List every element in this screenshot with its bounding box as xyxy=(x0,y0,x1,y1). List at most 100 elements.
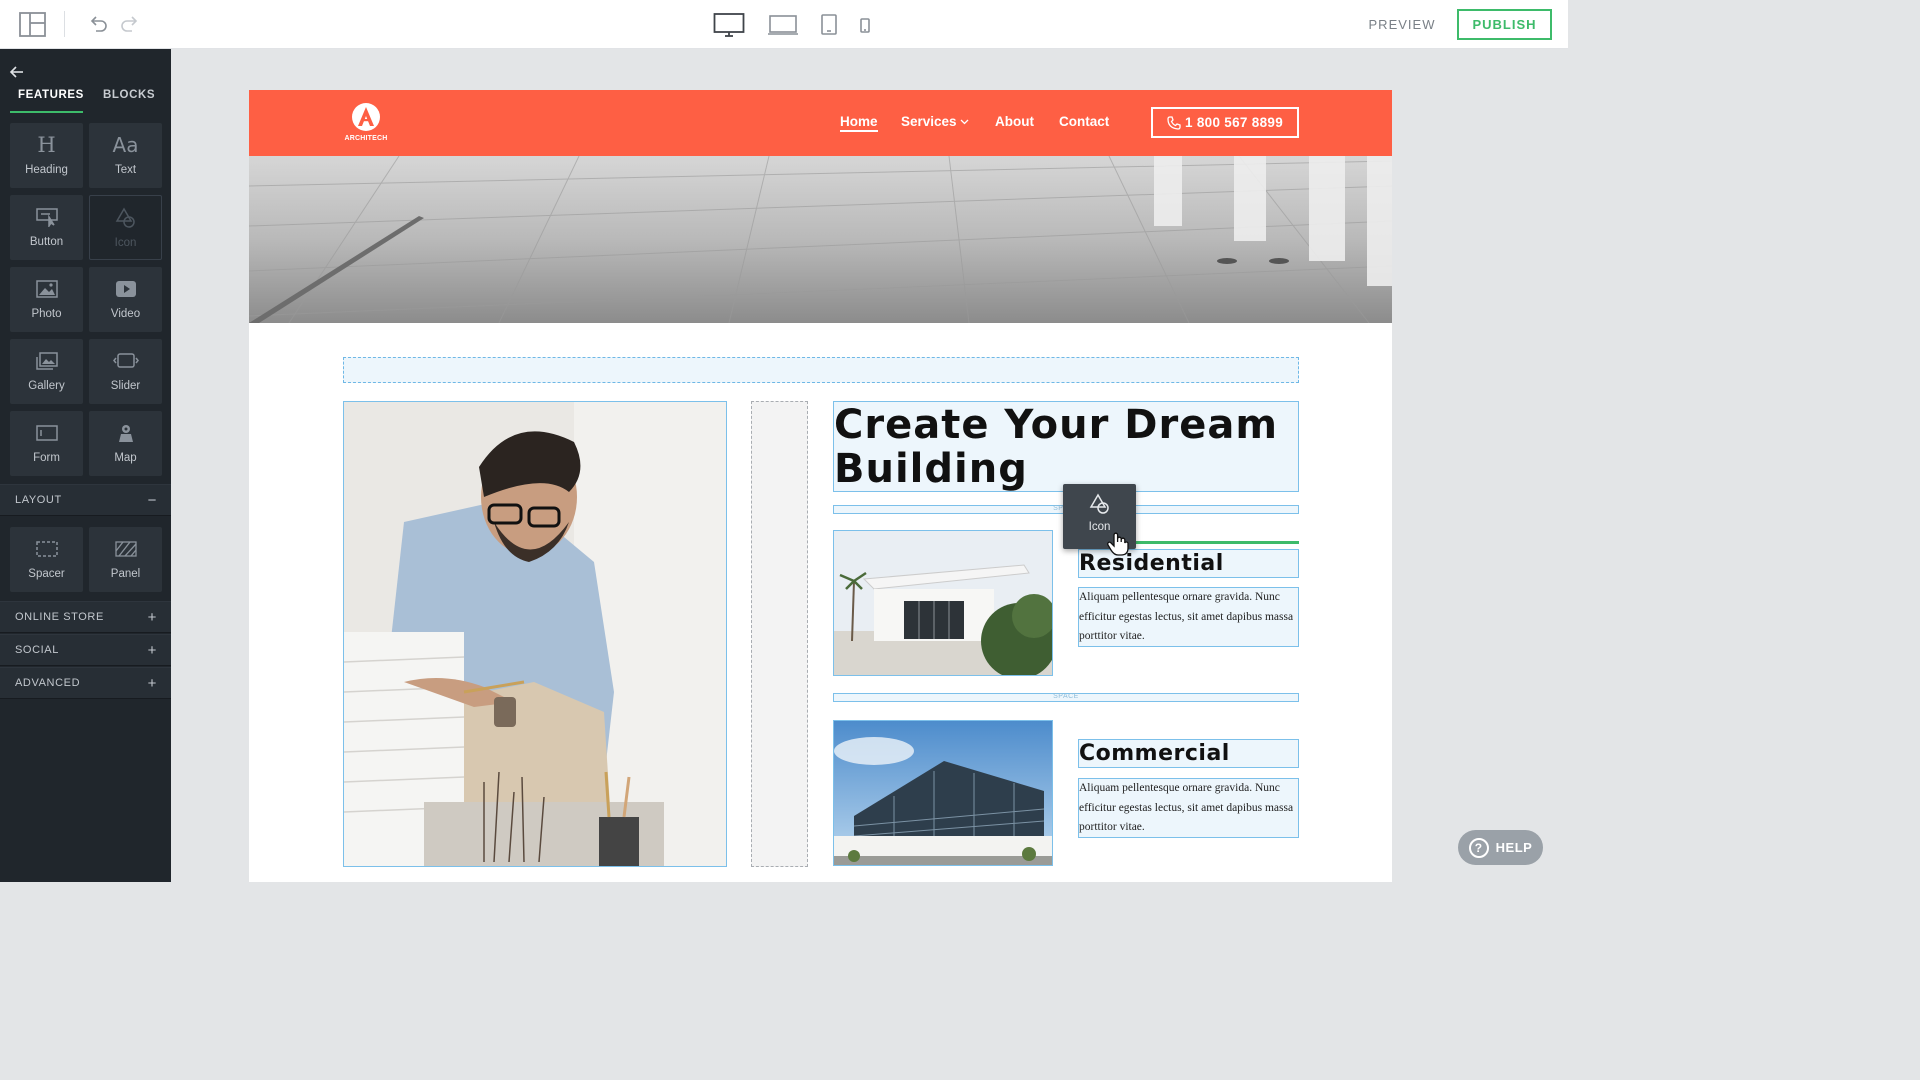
desktop-icon xyxy=(713,13,745,37)
question-icon: ? xyxy=(1468,837,1489,858)
feature-label: Slider xyxy=(110,380,141,392)
preview-button[interactable]: PREVIEW xyxy=(1360,10,1444,39)
site-header[interactable]: ARCHITECH Home Services About Contact 1 … xyxy=(249,90,1392,156)
site-canvas: ARCHITECH Home Services About Contact 1 … xyxy=(249,90,1392,882)
tablet-icon xyxy=(821,14,837,35)
layout-panel[interactable]: Panel xyxy=(89,527,162,592)
tab-features[interactable]: FEATURES xyxy=(18,89,84,101)
spacer-block-dropzone[interactable] xyxy=(343,357,1299,383)
commercial-photo[interactable] xyxy=(833,720,1053,866)
feature-photo[interactable]: Photo xyxy=(10,267,83,332)
layout-label: Spacer xyxy=(28,568,65,580)
space-divider[interactable]: SPACE xyxy=(833,693,1299,702)
architect-image xyxy=(344,402,726,866)
redo-icon[interactable] xyxy=(119,13,141,35)
layout-panels-icon[interactable] xyxy=(19,12,46,37)
feature-label: Icon xyxy=(114,237,137,249)
feature-heading[interactable]: H Heading xyxy=(10,123,83,188)
nav-services-label: Services xyxy=(901,114,957,129)
section-social[interactable]: SOCIAL + xyxy=(0,634,171,666)
feature-label: Photo xyxy=(31,308,62,320)
undo-icon[interactable] xyxy=(87,13,109,35)
photo-icon xyxy=(35,276,58,302)
feature-label: Gallery xyxy=(28,380,65,392)
laptop-view-button[interactable] xyxy=(767,12,799,38)
feature-video[interactable]: Video xyxy=(89,267,162,332)
button-icon xyxy=(35,204,58,230)
nav-services[interactable]: Services xyxy=(901,114,969,129)
nav-home[interactable]: Home xyxy=(840,114,878,132)
site-logo[interactable]: ARCHITECH xyxy=(341,102,391,146)
heading-icon: H xyxy=(37,133,56,157)
feature-label: Map xyxy=(114,452,137,464)
feature-label: Button xyxy=(29,236,64,248)
feature-label: Text xyxy=(114,164,137,176)
layout-spacer[interactable]: Spacer xyxy=(10,527,83,592)
section-label: ADVANCED xyxy=(15,677,81,689)
feature-slider[interactable]: Slider xyxy=(89,339,162,404)
page-headline[interactable]: Create Your Dream Building xyxy=(834,403,1294,491)
feature-label: Video xyxy=(110,308,141,320)
back-arrow-icon[interactable] xyxy=(9,64,25,80)
features-sidebar: FEATURES BLOCKS H Heading Aa Text Button… xyxy=(0,49,171,882)
text-icon: Aa xyxy=(112,133,139,157)
card-text-residential[interactable]: Aliquam pellentesque ornare gravida. Nun… xyxy=(1078,587,1299,647)
headline-block[interactable]: Create Your Dream Building xyxy=(833,401,1299,492)
section-label: LAYOUT xyxy=(15,494,62,506)
hero-image[interactable] xyxy=(249,156,1392,323)
spacer-icon xyxy=(35,536,58,562)
section-label: ONLINE STORE xyxy=(15,611,104,623)
panel-icon xyxy=(114,536,137,562)
feature-form[interactable]: Form xyxy=(10,411,83,476)
feature-label: Form xyxy=(33,452,60,464)
commercial-image xyxy=(834,721,1052,865)
layout-label: Panel xyxy=(110,568,141,580)
card-text-commercial[interactable]: Aliquam pellentesque ornare gravida. Nun… xyxy=(1078,778,1299,838)
feature-map[interactable]: Map xyxy=(89,411,162,476)
map-icon xyxy=(116,420,136,446)
desktop-view-button[interactable] xyxy=(713,12,745,38)
feature-label: Heading xyxy=(25,164,68,176)
slider-icon xyxy=(112,348,139,374)
nav-contact[interactable]: Contact xyxy=(1059,114,1109,129)
chevron-down-icon xyxy=(960,119,969,124)
icon-shapes-icon xyxy=(115,205,137,231)
nav-about[interactable]: About xyxy=(995,114,1034,129)
feature-gallery[interactable]: Gallery xyxy=(10,339,83,404)
section-layout[interactable]: LAYOUT − xyxy=(0,484,171,516)
phone-button[interactable]: 1 800 567 8899 xyxy=(1151,107,1299,138)
residential-image xyxy=(834,531,1052,675)
mobile-icon xyxy=(860,18,870,33)
feature-icon[interactable]: Icon xyxy=(89,195,162,260)
tab-blocks[interactable]: BLOCKS xyxy=(103,89,155,101)
residential-photo[interactable] xyxy=(833,530,1053,676)
feature-text[interactable]: Aa Text xyxy=(89,123,162,188)
column-spacer[interactable] xyxy=(751,401,808,867)
architech-logo-icon xyxy=(352,103,380,131)
tablet-view-button[interactable] xyxy=(820,12,838,38)
help-button[interactable]: ? HELP xyxy=(1458,830,1543,865)
architect-photo[interactable] xyxy=(343,401,727,867)
phone-number: 1 800 567 8899 xyxy=(1184,115,1284,130)
feature-button[interactable]: Button xyxy=(10,195,83,260)
section-advanced[interactable]: ADVANCED + xyxy=(0,667,171,699)
toolbar-divider xyxy=(64,11,65,37)
mobile-view-button[interactable] xyxy=(858,12,872,38)
section-label: SOCIAL xyxy=(15,644,59,656)
phone-icon xyxy=(1167,115,1181,130)
video-icon xyxy=(115,276,137,302)
laptop-icon xyxy=(768,15,798,35)
hero-photo xyxy=(249,156,1392,323)
active-tab-indicator xyxy=(10,111,83,113)
section-online-store[interactable]: ONLINE STORE + xyxy=(0,601,171,633)
form-icon xyxy=(35,420,58,446)
logo-text: ARCHITECH xyxy=(344,135,388,142)
expand-icon: + xyxy=(147,642,157,659)
expand-icon: + xyxy=(147,609,157,626)
card-title-commercial[interactable]: Commercial xyxy=(1078,739,1299,768)
collapse-icon: − xyxy=(147,492,157,509)
publish-button[interactable]: PUBLISH xyxy=(1457,9,1552,40)
expand-icon: + xyxy=(147,675,157,692)
icon-shapes-icon xyxy=(1089,493,1109,514)
grab-cursor-icon xyxy=(1107,532,1129,556)
